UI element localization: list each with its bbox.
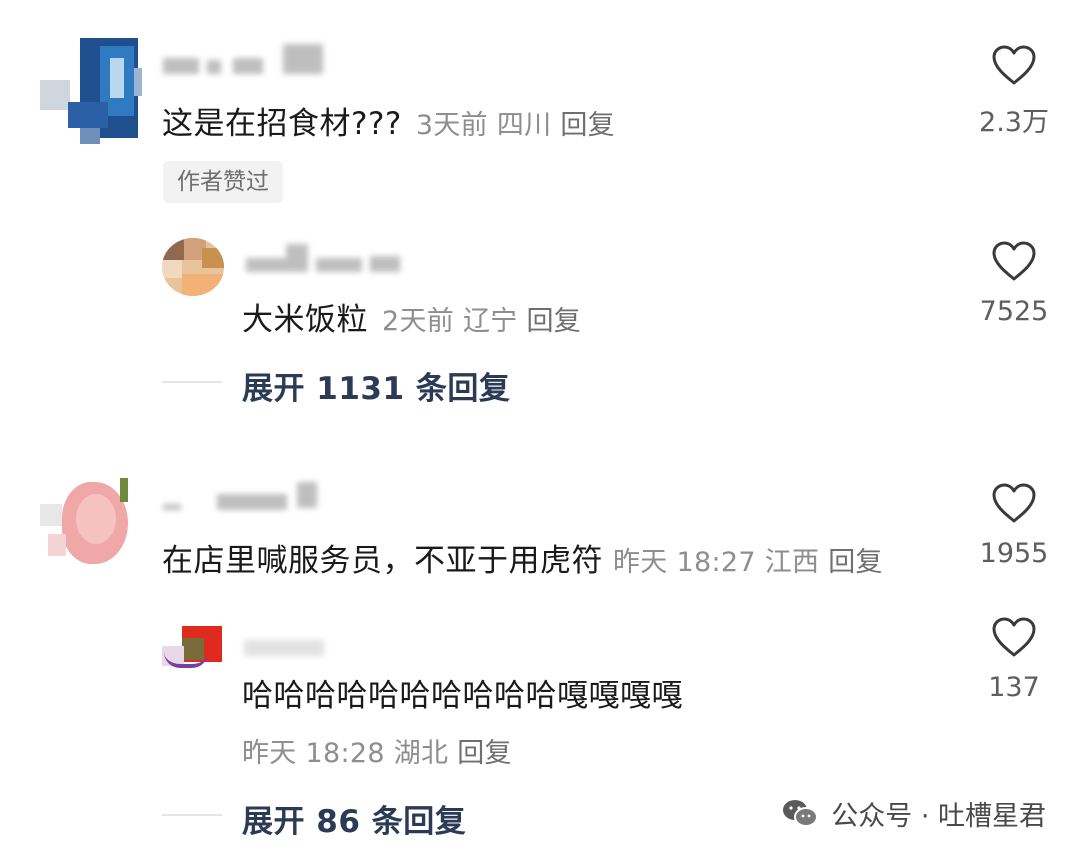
- reply-text: 哈哈哈哈哈哈哈哈哈哈嘎嘎嘎嘎: [242, 678, 683, 714]
- like-control[interactable]: 2.3万: [959, 44, 1069, 139]
- comment-text: 在店里喊服务员，不亚于用虎符 昨天 18:27 江西 回复: [162, 543, 883, 579]
- like-count: 2.3万: [979, 107, 1049, 138]
- watermark: 公众号 · 吐槽星君: [781, 794, 1046, 833]
- avatar[interactable]: [162, 626, 222, 670]
- like-count: 7525: [979, 296, 1049, 327]
- expand-replies-button[interactable]: 展开 86 条回复: [242, 796, 466, 841]
- username-hidden[interactable]: [163, 482, 323, 516]
- username-hidden[interactable]: [244, 630, 334, 664]
- expand-replies-button[interactable]: 展开 1131 条回复: [242, 363, 510, 408]
- like-control[interactable]: 7525: [959, 240, 1069, 327]
- watermark-text: 公众号 · 吐槽星君: [831, 801, 1046, 832]
- heart-icon[interactable]: [991, 44, 1037, 86]
- comment-text: 这是在招食材??? 3天前 四川 回复: [162, 106, 615, 142]
- like-control[interactable]: 1955: [959, 482, 1069, 569]
- like-count: 1955: [979, 538, 1049, 569]
- avatar[interactable]: [40, 38, 142, 144]
- divider: [162, 814, 222, 816]
- author-liked-badge: 作者赞过: [163, 161, 283, 203]
- divider: [162, 381, 222, 383]
- reply-meta: 2天前 辽宁 回复: [382, 306, 582, 337]
- username-hidden[interactable]: [163, 44, 333, 78]
- heart-icon[interactable]: [991, 616, 1037, 658]
- comment-meta: 昨天 18:27 江西 回复: [613, 547, 883, 578]
- like-control[interactable]: 137: [959, 616, 1069, 703]
- reply-link[interactable]: 回复: [526, 306, 581, 337]
- comment-meta: 3天前 四川 回复: [415, 110, 615, 141]
- wechat-icon: [783, 799, 819, 827]
- reply-text: 大米饭粒 2天前 辽宁 回复: [242, 302, 582, 338]
- heart-icon[interactable]: [991, 240, 1037, 282]
- heart-icon[interactable]: [991, 482, 1037, 524]
- like-count: 137: [988, 672, 1040, 703]
- username-hidden[interactable]: [246, 242, 406, 276]
- avatar[interactable]: [40, 474, 132, 566]
- reply-link[interactable]: 回复: [457, 738, 512, 769]
- reply-meta: 昨天 18:28 湖北 回复: [242, 738, 512, 769]
- reply-link[interactable]: 回复: [828, 547, 883, 578]
- reply-link[interactable]: 回复: [560, 110, 615, 141]
- avatar[interactable]: [162, 238, 224, 296]
